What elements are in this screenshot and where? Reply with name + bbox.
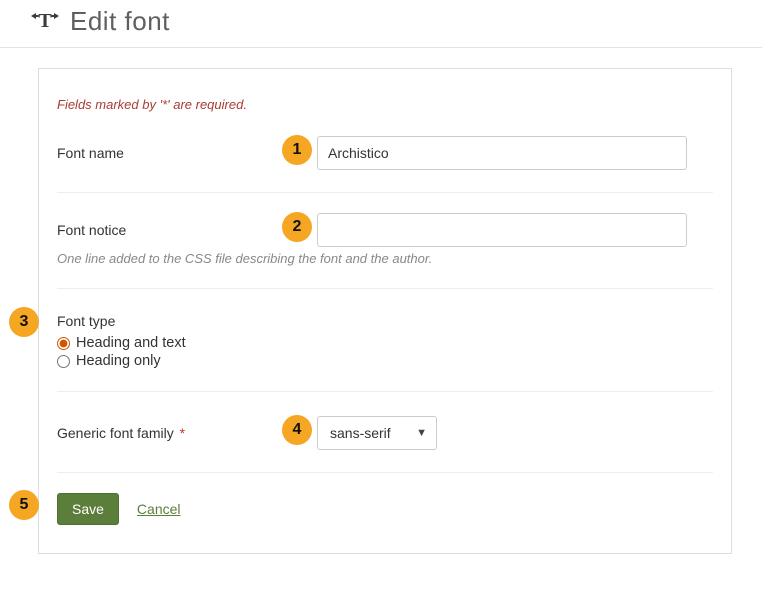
radio-input-heading-only[interactable] — [57, 355, 70, 368]
annotation-1: 1 — [282, 135, 312, 165]
save-button[interactable]: Save — [57, 493, 119, 525]
page-header: T Edit font — [0, 0, 762, 48]
select-generic-family[interactable]: sans-serif — [317, 416, 437, 450]
row-font-notice: Font notice 2 — [57, 213, 713, 253]
form-panel: Fields marked by '*' are required. Font … — [38, 68, 732, 554]
row-font-name: Font name 1 — [57, 136, 713, 193]
required-note: Fields marked by '*' are required. — [57, 97, 713, 112]
radio-heading-only[interactable]: Heading only — [57, 353, 713, 369]
hint-font-notice: One line added to the CSS file describin… — [57, 251, 713, 289]
label-font-type: Font type — [57, 313, 713, 329]
cancel-link[interactable]: Cancel — [137, 501, 181, 517]
label-font-notice: Font notice — [57, 222, 317, 238]
required-mark: * — [180, 425, 185, 441]
label-font-name: Font name — [57, 145, 317, 161]
radio-label-heading-and-text: Heading and text — [76, 335, 186, 351]
svg-text:T: T — [38, 10, 52, 32]
page-title: Edit font — [70, 6, 170, 37]
font-width-icon: T — [30, 9, 70, 35]
row-font-type: Font type Heading and text Heading only … — [57, 313, 713, 392]
row-generic-family: Generic font family * sans-serif ▼ 4 — [57, 416, 713, 473]
annotation-4: 4 — [282, 415, 312, 445]
annotation-2: 2 — [282, 212, 312, 242]
annotation-5: 5 — [9, 490, 39, 520]
actions-row: Save Cancel 5 — [57, 493, 713, 525]
annotation-3: 3 — [9, 307, 39, 337]
radio-heading-and-text[interactable]: Heading and text — [57, 335, 713, 351]
input-font-notice[interactable] — [317, 213, 687, 247]
input-font-name[interactable] — [317, 136, 687, 170]
select-generic-family-wrap: sans-serif ▼ — [317, 416, 437, 450]
label-generic-family: Generic font family — [57, 425, 174, 441]
radio-input-heading-and-text[interactable] — [57, 337, 70, 350]
radio-label-heading-only: Heading only — [76, 353, 161, 369]
